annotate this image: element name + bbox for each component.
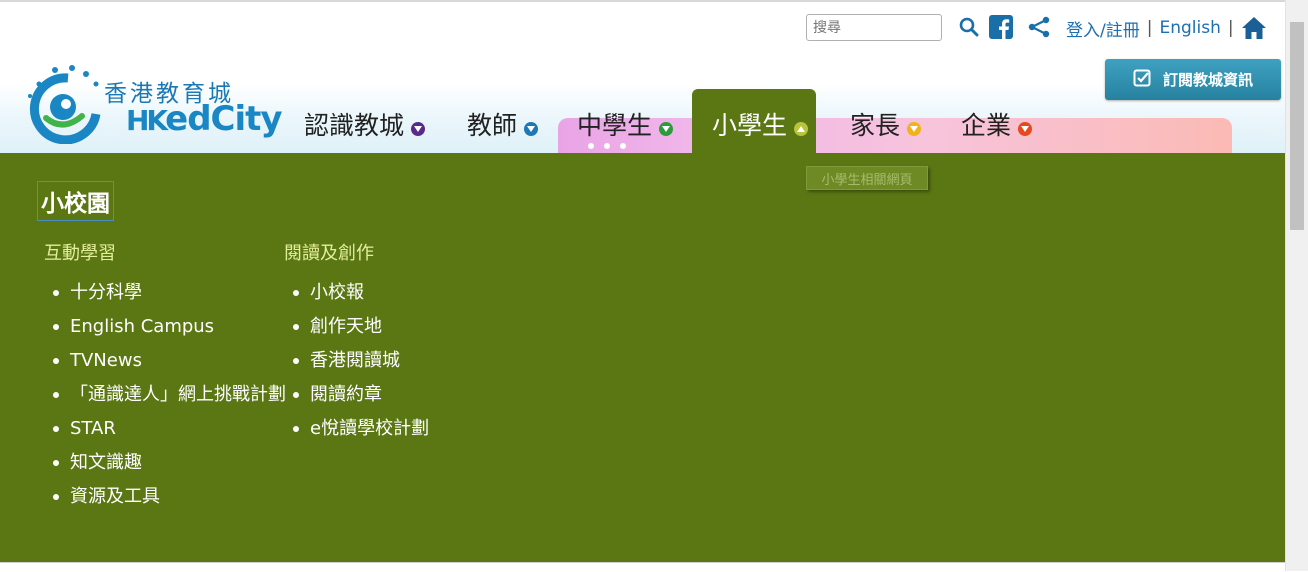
chevron-down-icon bbox=[659, 122, 674, 136]
site-header: 登入/註冊 | English | 訂閱教城資訊 香港教育城 HKedCity bbox=[0, 0, 1286, 158]
menu-link[interactable]: STAR bbox=[44, 415, 294, 443]
search-icon[interactable] bbox=[956, 14, 982, 40]
chevron-down-icon bbox=[411, 122, 426, 136]
menu-link[interactable]: 小校報 bbox=[284, 279, 524, 307]
menu-link[interactable]: TVNews bbox=[44, 347, 294, 375]
menu-link[interactable]: 知文識趣 bbox=[44, 449, 294, 477]
nav-tooltip: 小學生相關網頁 bbox=[806, 166, 928, 190]
nav-item-enterprise[interactable]: 企業 bbox=[961, 104, 1033, 144]
share-icon[interactable] bbox=[1026, 14, 1052, 40]
nav-item-primary[interactable]: 小學生 bbox=[712, 104, 809, 144]
scrollbar-thumb[interactable] bbox=[1290, 22, 1304, 230]
menu-link[interactable]: 閱讀約章 bbox=[284, 381, 524, 409]
menu-link[interactable]: 香港閱讀城 bbox=[284, 347, 524, 375]
nav-item-label: 小學生 bbox=[712, 111, 788, 140]
utility-links: 登入/註冊 | English | bbox=[1066, 16, 1267, 41]
menu-link[interactable]: 「通識達人」網上挑戰計劃 bbox=[44, 381, 294, 409]
nav-item-label: 企業 bbox=[961, 111, 1012, 140]
logo-mark-icon bbox=[28, 65, 101, 144]
nav-item-label: 家長 bbox=[850, 111, 901, 140]
nav-item-parents[interactable]: 家長 bbox=[850, 104, 922, 144]
hkedcity-logo[interactable]: 香港教育城 HKedCity bbox=[20, 62, 283, 144]
nav-item-label: 認識教城 bbox=[304, 111, 405, 140]
mega-menu-title[interactable]: 小校園 bbox=[37, 181, 114, 221]
checkbox-icon bbox=[1133, 69, 1151, 91]
subscribe-button[interactable]: 訂閱教城資訊 bbox=[1105, 59, 1281, 100]
menu-link[interactable]: e悅讀學校計劃 bbox=[284, 415, 524, 443]
chevron-down-icon bbox=[907, 122, 922, 136]
menu-column-heading[interactable]: 閱讀及創作 bbox=[284, 239, 524, 265]
subscribe-label: 訂閱教城資訊 bbox=[1162, 71, 1253, 89]
menu-link[interactable]: 創作天地 bbox=[284, 313, 524, 341]
mega-menu: 小校園 互動學習 十分科學 English Campus TVNews 「通識達… bbox=[0, 153, 1286, 562]
menu-column-interactive: 互動學習 十分科學 English Campus TVNews 「通識達人」網上… bbox=[44, 239, 294, 517]
chevron-up-icon bbox=[794, 122, 809, 136]
language-link[interactable]: English bbox=[1159, 18, 1220, 38]
nav-item-about[interactable]: 認識教城 bbox=[304, 104, 426, 144]
login-link[interactable]: 登入/註冊 bbox=[1066, 16, 1140, 41]
separator: | bbox=[1146, 18, 1153, 38]
search-input[interactable] bbox=[806, 14, 942, 41]
top-border bbox=[0, 0, 1308, 2]
menu-link[interactable]: 十分科學 bbox=[44, 279, 294, 307]
home-icon[interactable] bbox=[1241, 16, 1267, 40]
facebook-icon[interactable] bbox=[988, 14, 1014, 40]
chevron-down-icon bbox=[524, 122, 539, 136]
nav-item-secondary[interactable]: 中學生 bbox=[577, 104, 674, 144]
nav-item-teachers[interactable]: 教師 bbox=[467, 104, 539, 144]
logo-text-en: HKedCity bbox=[126, 99, 283, 139]
menu-column-reading: 閱讀及創作 小校報 創作天地 香港閱讀城 閱讀約章 e悅讀學校計劃 bbox=[284, 239, 524, 449]
nav-item-label: 教師 bbox=[467, 111, 518, 140]
menu-column-heading[interactable]: 互動學習 bbox=[44, 239, 294, 265]
separator: | bbox=[1227, 18, 1234, 38]
vertical-scrollbar[interactable] bbox=[1285, 0, 1308, 571]
menu-link[interactable]: English Campus bbox=[44, 313, 294, 341]
nav-item-label: 中學生 bbox=[577, 111, 653, 140]
menu-link[interactable]: 資源及工具 bbox=[44, 483, 294, 511]
chevron-down-icon bbox=[1018, 122, 1033, 136]
